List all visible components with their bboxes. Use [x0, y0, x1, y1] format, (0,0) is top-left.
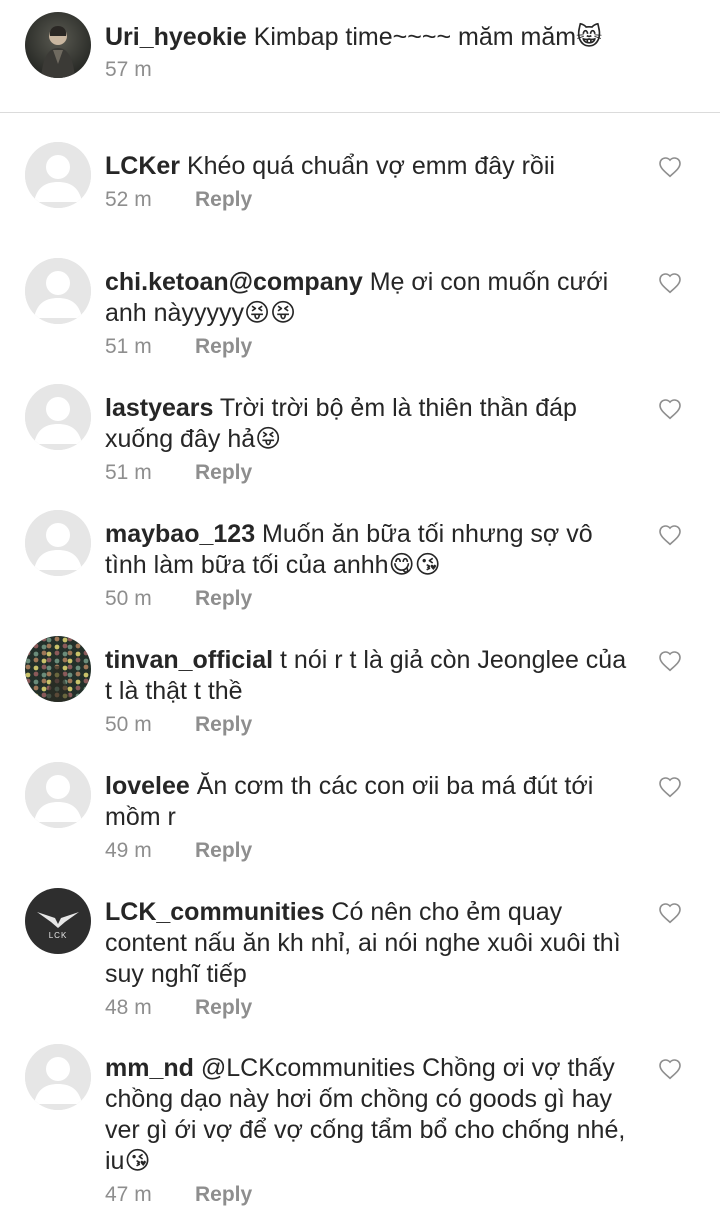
- commenter-avatar[interactable]: [25, 1044, 91, 1110]
- like-heart-icon[interactable]: [658, 524, 682, 546]
- lck-logo-text: LCK: [49, 931, 68, 940]
- poster-avatar[interactable]: [25, 12, 91, 78]
- comment-time: 48 m: [105, 996, 152, 1019]
- comment-meta: 47 m Reply: [105, 1181, 252, 1209]
- commenter-username[interactable]: lovelee: [105, 772, 190, 800]
- comment-text: LCK_communities Có nên cho ẻm quay conte…: [105, 897, 635, 990]
- commenter-username[interactable]: chi.ketoan@company: [105, 268, 363, 296]
- reply-button[interactable]: Reply: [195, 711, 252, 739]
- caption-meta: 57 m: [105, 56, 152, 84]
- comment-text: maybao_123 Muốn ăn bữa tối nhưng sợ vô t…: [105, 519, 635, 581]
- reply-button[interactable]: Reply: [195, 459, 252, 487]
- post-caption: Uri_hyeokie Kimbap time~~~~ măm măm😸 57 …: [0, 0, 720, 113]
- like-heart-icon[interactable]: [658, 156, 682, 178]
- reply-button[interactable]: Reply: [195, 1181, 252, 1209]
- commenter-avatar[interactable]: [25, 762, 91, 828]
- caption-time: 57 m: [105, 58, 152, 81]
- like-heart-icon[interactable]: [658, 1058, 682, 1080]
- like-heart-icon[interactable]: [658, 272, 682, 294]
- commenter-avatar[interactable]: [25, 384, 91, 450]
- comment-time: 52 m: [105, 188, 152, 211]
- commenter-username[interactable]: mm_nd: [105, 1054, 194, 1082]
- reply-button[interactable]: Reply: [195, 585, 252, 613]
- comment-time: 49 m: [105, 839, 152, 862]
- commenter-avatar[interactable]: [25, 510, 91, 576]
- commenter-username[interactable]: maybao_123: [105, 520, 255, 548]
- comment-meta: 52 m Reply: [105, 186, 252, 214]
- like-heart-icon[interactable]: [658, 902, 682, 924]
- reply-button[interactable]: Reply: [195, 837, 252, 865]
- reply-button[interactable]: Reply: [195, 333, 252, 361]
- poster-username[interactable]: Uri_hyeokie: [105, 23, 247, 51]
- commenter-username[interactable]: LCKer: [105, 152, 180, 180]
- comment-text: lastyears Trời trời bộ ẻm là thiên thần …: [105, 393, 635, 455]
- commenter-avatar[interactable]: [25, 258, 91, 324]
- commenter-avatar[interactable]: LCK: [25, 888, 91, 954]
- comment-text: tinvan_official t nói r t là giả còn Jeo…: [105, 645, 635, 707]
- like-heart-icon[interactable]: [658, 776, 682, 798]
- comment-meta: 51 m Reply: [105, 459, 252, 487]
- commenter-username[interactable]: LCK_communities: [105, 898, 324, 926]
- comment-meta: 51 m Reply: [105, 333, 252, 361]
- commenter-username[interactable]: tinvan_official: [105, 646, 273, 674]
- comment-meta: 49 m Reply: [105, 837, 252, 865]
- comment-meta: 50 m Reply: [105, 711, 252, 739]
- comment-meta: 50 m Reply: [105, 585, 252, 613]
- comment-time: 51 m: [105, 461, 152, 484]
- comment-text: mm_nd @LCKcommunities Chồng ơi vợ thấy c…: [105, 1053, 635, 1177]
- caption-text: Uri_hyeokie Kimbap time~~~~ măm măm😸: [105, 22, 635, 53]
- comment-body: Khéo quá chuẩn vợ emm đây rồii: [180, 152, 555, 180]
- caption-body: Kimbap time~~~~ măm măm😸: [253, 23, 603, 51]
- comment-time: 50 m: [105, 713, 152, 736]
- comment-text: lovelee Ăn cơm th các con ơii ba má đút …: [105, 771, 635, 833]
- comment-meta: 48 m Reply: [105, 994, 252, 1022]
- comment-text: LCKer Khéo quá chuẩn vợ emm đây rồii: [105, 151, 635, 182]
- comment-time: 51 m: [105, 335, 152, 358]
- reply-button[interactable]: Reply: [195, 186, 252, 214]
- commenter-avatar[interactable]: [25, 142, 91, 208]
- comment-time: 47 m: [105, 1183, 152, 1206]
- like-heart-icon[interactable]: [658, 398, 682, 420]
- comment-text: chi.ketoan@company Mẹ ơi con muốn cưới a…: [105, 267, 635, 329]
- comment-time: 50 m: [105, 587, 152, 610]
- reply-button[interactable]: Reply: [195, 994, 252, 1022]
- commenter-avatar[interactable]: [25, 636, 91, 702]
- like-heart-icon[interactable]: [658, 650, 682, 672]
- commenter-username[interactable]: lastyears: [105, 394, 213, 422]
